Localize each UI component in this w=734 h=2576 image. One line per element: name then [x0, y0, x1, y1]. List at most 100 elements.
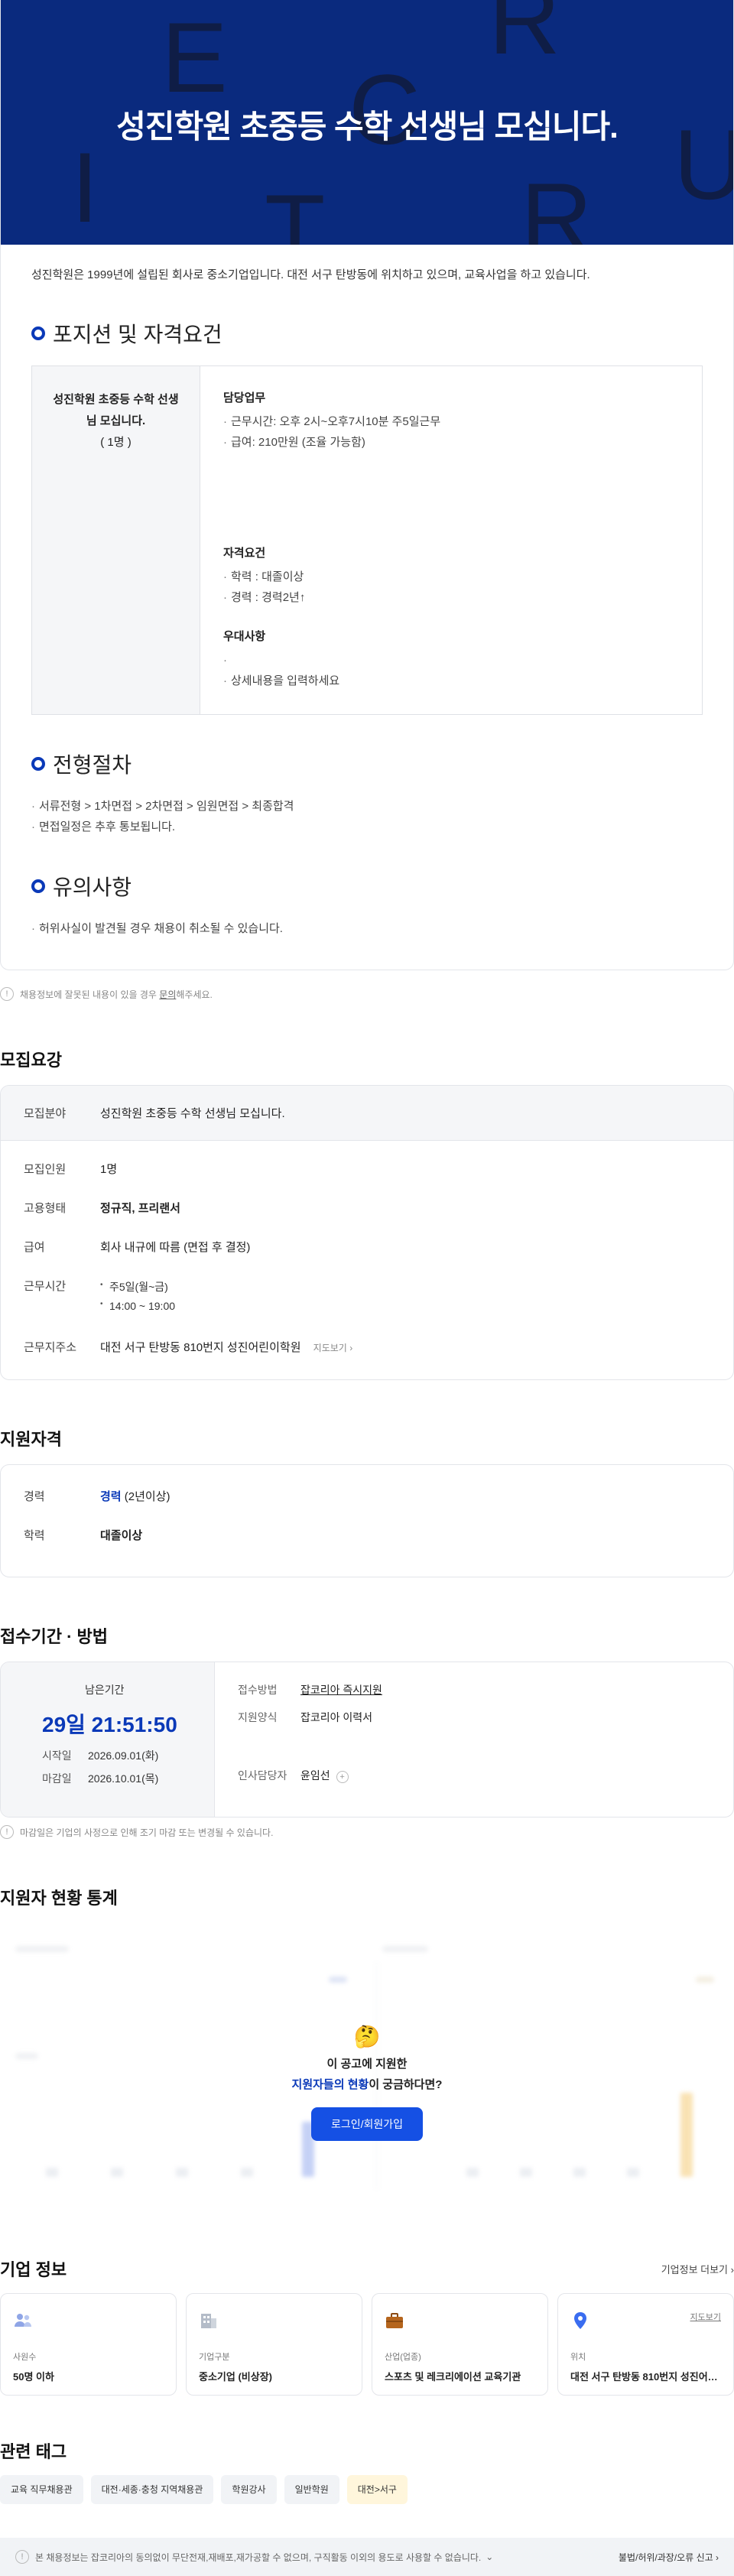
work-hours-item: 주5일(월~금) — [100, 1278, 175, 1297]
info-icon: ! — [15, 2550, 29, 2565]
bullet-ring-icon — [31, 757, 45, 771]
qual-item: 경력 : 경력2년↑ — [223, 587, 679, 608]
address-row: 근무지주소 대전 서구 탄방동 810번지 성진어린이학원 지도보기 › — [24, 1341, 353, 1355]
recruit-box: 모집분야 성진학원 초중등 수학 선생님 모십니다. 모집인원 1명 고용형태 … — [0, 1085, 734, 1381]
field-value: 성진학원 초중등 수학 선생님 모십니다. — [100, 1107, 285, 1120]
position-name: 성진학원 초중등 수학 선생님 모십니다. — [53, 393, 179, 427]
position-name-cell: 성진학원 초중등 수학 선생님 모십니다. ( 1명 ) — [32, 366, 200, 714]
career-row: 경력 경력 (2년이상) — [24, 1490, 171, 1504]
company-cards: 사원수 50명 이하 기업구분 중소기업 (비상장) 산업(업종) 스포츠 및 … — [0, 2293, 734, 2396]
duty-item: 급여: 210만원 (조율 가능함) — [223, 432, 679, 453]
chevron-right-icon: › — [730, 2263, 734, 2276]
hero-deco-letter: I — [71, 132, 99, 243]
pref-item: 상세내용을 입력하세요 — [223, 671, 679, 691]
work-hours-row: 근무시간 주5일(월~금) 14:00 ~ 19:00 — [1, 1278, 733, 1316]
tag-item[interactable]: 교육 직무채용관 — [0, 2475, 83, 2505]
tag-item[interactable]: 대전>서구 — [346, 2475, 408, 2505]
position-table: 성진학원 초중등 수학 선생님 모십니다. ( 1명 ) 담당업무 근무시간: … — [31, 365, 703, 715]
chevron-right-icon: › — [716, 2552, 719, 2563]
chevron-right-icon: › — [349, 1343, 353, 1354]
plus-circle-icon[interactable]: + — [336, 1771, 349, 1784]
apply-note: ! 마감일은 기업의 사정으로 인해 조기 마감 또는 변경될 수 있습니다. — [0, 1825, 734, 1840]
address-value: 대전 서구 탄방동 810번지 성진어린이학원 — [100, 1341, 301, 1355]
hero-banner: E R C U I T R 성진학원 초중등 수학 선생님 모십니다. — [1, 0, 733, 245]
qualification-box: 경력 경력 (2년이상) 학력 대졸이상 — [0, 1464, 734, 1578]
employment-type-row: 고용형태 정규직, 프리랜서 — [1, 1200, 733, 1216]
position-count: ( 1명 ) — [100, 435, 132, 449]
quick-apply-link[interactable]: 잡코리아 즉시지원 — [300, 1682, 382, 1697]
inquiry-link[interactable]: 문의 — [159, 988, 176, 1001]
copyright-notice-bar: ! 본 채용정보는 잡코리아의 동의없이 무단전재,재배포,재가공할 수 없으며… — [0, 2538, 734, 2576]
login-signup-button[interactable]: 로그인/회원가입 — [310, 2107, 424, 2142]
duty-title: 담당업무 — [223, 391, 266, 404]
remaining-label: 남은기간 — [85, 1684, 125, 1697]
employment-type-value: 정규직, 프리랜서 — [100, 1202, 180, 1215]
notice-item: 허위사실이 발견될 경우 채용이 취소될 수 있습니다. — [31, 918, 703, 939]
tag-list: 교육 직무채용관 대전·세종·충청 지역채용관 학원강사 일반학원 대전>서구 — [0, 2475, 734, 2505]
bullet-ring-icon — [31, 879, 45, 893]
briefcase-icon — [386, 2313, 403, 2329]
job-description-card: E R C U I T R 성진학원 초중등 수학 선생님 모십니다. 성진학원… — [0, 0, 734, 970]
map-link[interactable]: 지도보기 › — [313, 1343, 353, 1353]
process-item: 서류전형 > 1차면접 > 2차면접 > 임원면접 > 최종합격 — [31, 796, 703, 817]
section-title-process: 전형절차 — [31, 749, 703, 779]
field-label: 모집분야 — [24, 1107, 67, 1120]
company-card-type: 기업구분 중소기업 (비상장) — [186, 2293, 362, 2396]
hero-title: 성진학원 초중등 수학 선생님 모십니다. — [116, 109, 619, 145]
company-intro: 성진학원은 1999년에 설립된 회사로 중소기업입니다. 대전 서구 탄방동에… — [31, 268, 590, 281]
chevron-down-icon[interactable]: ⌄ — [486, 2552, 493, 2562]
hero-deco-letter: R — [521, 162, 593, 245]
recruit-title: 모집요강 — [0, 1051, 62, 1070]
pref-item — [223, 650, 679, 671]
hero-deco-letter: E — [161, 2, 228, 113]
process-item: 면접일정은 추후 통보됩니다. — [31, 817, 703, 837]
hero-deco-letter: T — [265, 174, 326, 245]
qual-title: 자격요건 — [223, 547, 266, 560]
report-note: ! 채용정보에 잘못된 내용이 있을 경우 문의 해주세요. — [0, 987, 734, 1001]
apply-form-row: 지원양식 잡코리아 이력서 — [238, 1711, 373, 1724]
company-title: 기업 정보 — [0, 2260, 67, 2280]
qual-item: 학력 : 대졸이상 — [223, 567, 679, 587]
section-title-notice: 유의사항 — [31, 871, 703, 901]
company-map-link[interactable]: 지도보기 — [690, 2311, 721, 2323]
position-detail-cell: 담당업무 근무시간: 오후 2시~오후7시10분 주5일근무 급여: 210만원… — [200, 366, 702, 714]
tag-item[interactable]: 학원강사 — [221, 2475, 277, 2505]
section-title-position: 포지션 및 자격요건 — [31, 318, 703, 349]
pref-title: 우대사항 — [223, 630, 266, 643]
info-icon: ! — [0, 1825, 14, 1840]
tag-item[interactable]: 대전·세종·충청 지역채용관 — [90, 2475, 214, 2505]
tag-item[interactable]: 일반학원 — [284, 2475, 339, 2505]
education-row: 학력 대졸이상 — [24, 1529, 143, 1543]
bullet-ring-icon — [31, 326, 45, 340]
location-pin-icon — [574, 2312, 586, 2330]
remaining-countdown: 29일 21:51:50 — [42, 1713, 177, 1737]
building-icon — [201, 2314, 216, 2329]
stats-panel: 🤔 이 공고에 지원한 지원자들의 현황이 궁금하다면? 로그인/회원가입 — [0, 1923, 734, 2214]
info-icon: ! — [0, 987, 14, 1001]
company-more-link[interactable]: 기업정보 더보기 › — [661, 2262, 734, 2276]
start-date-row: 시작일 2026.09.01(화) — [42, 1749, 159, 1762]
duty-item: 근무시간: 오후 2시~오후7시10분 주5일근무 — [223, 411, 679, 432]
end-date-row: 마감일 2026.10.01(목) — [42, 1772, 159, 1785]
recruit-field-row: 모집분야 성진학원 초중등 수학 선생님 모십니다. — [1, 1086, 733, 1141]
hero-deco-letter: R — [489, 0, 560, 75]
people-icon — [15, 2314, 31, 2327]
work-hours-item: 14:00 ~ 19:00 — [100, 1297, 175, 1316]
company-card-location: 지도보기 위치 대전 서구 탄방동 810번지 성진어린이학원 — [557, 2293, 734, 2396]
thinking-face-icon: 🤔 — [353, 2025, 381, 2049]
report-error-link[interactable]: 불법/허위/과장/오류 신고 › — [619, 2551, 719, 2564]
stats-title: 지원자 현황 통계 — [0, 1889, 118, 1908]
company-card-industry: 산업(업종) 스포츠 및 레크리에이션 교육기관 — [372, 2293, 548, 2396]
login-cta: 🤔 이 공고에 지원한 지원자들의 현황이 궁금하다면? 로그인/회원가입 — [0, 2025, 734, 2142]
apply-box: 남은기간 29일 21:51:50 시작일 2026.09.01(화) 마감일 20… — [0, 1662, 734, 1818]
headcount-row: 모집인원 1명 — [24, 1163, 118, 1176]
salary-row: 급여 회사 내규에 따름 (면접 후 결정) — [24, 1241, 251, 1254]
manager-row: 인사담당자 윤임선 + — [238, 1768, 710, 1784]
apply-period-panel: 남은기간 29일 21:51:50 시작일 2026.09.01(화) 마감일 20… — [1, 1662, 215, 1817]
apply-title: 접수기간 · 방법 — [0, 1627, 108, 1647]
qualification-title: 지원자격 — [0, 1430, 62, 1450]
tags-title: 관련 태그 — [0, 2442, 67, 2462]
apply-method-panel: 접수방법 잡코리아 즉시지원 지원양식 잡코리아 이력서 인사담당자 윤임선 + — [215, 1662, 733, 1817]
apply-method-row: 접수방법 잡코리아 즉시지원 — [238, 1682, 382, 1697]
company-card-employees: 사원수 50명 이하 — [0, 2293, 177, 2396]
